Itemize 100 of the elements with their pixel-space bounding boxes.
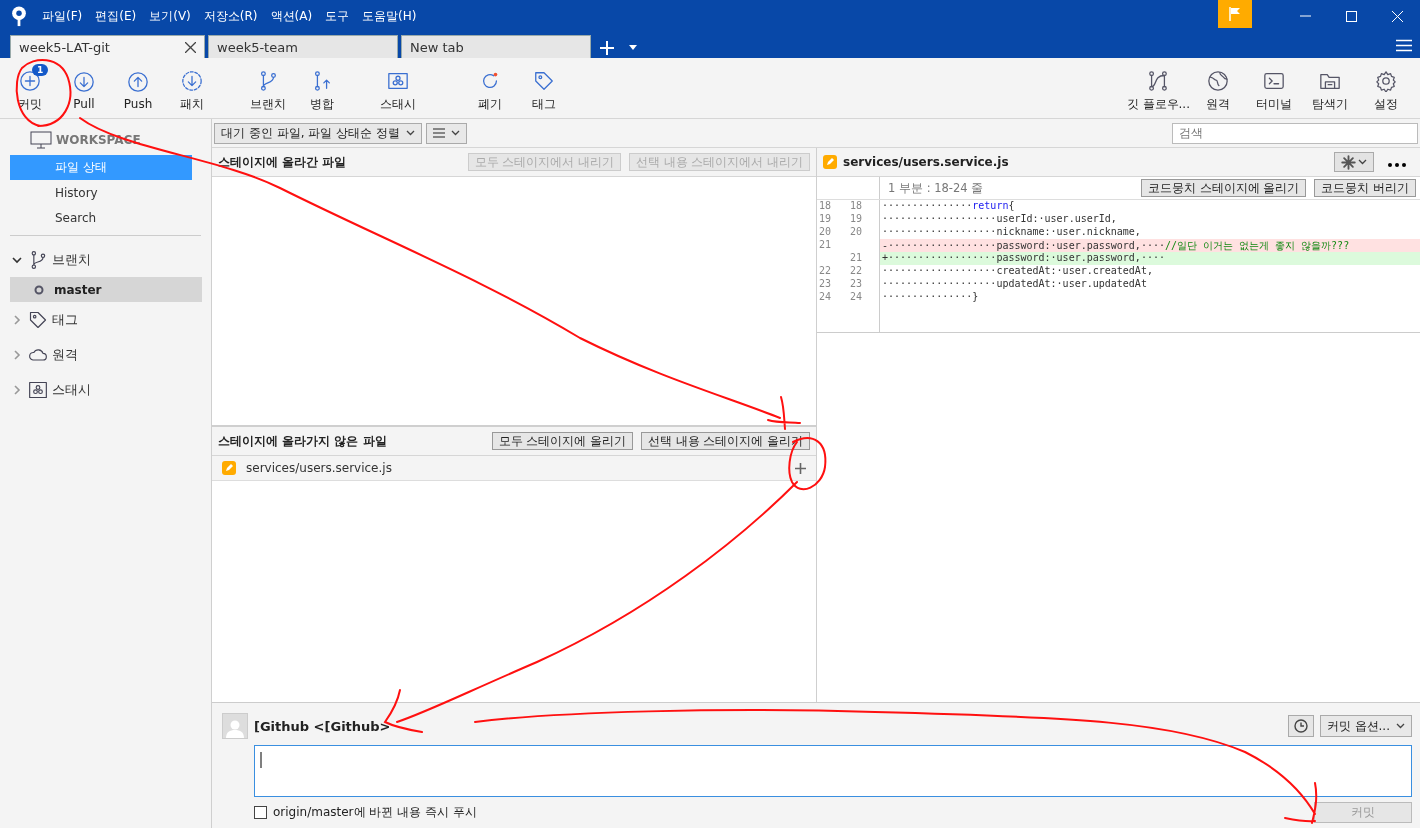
modified-file-icon <box>823 155 837 169</box>
line-number: 22 <box>849 265 864 278</box>
menu-item[interactable]: 도구 <box>325 7 350 25</box>
menu-item[interactable]: 도움말(H) <box>362 7 417 25</box>
new-tab-plus-icon[interactable] <box>600 41 614 55</box>
tab[interactable]: New tab <box>401 35 591 58</box>
view-dropdown[interactable] <box>425 122 467 144</box>
down-arrow-circle-icon <box>73 71 95 93</box>
sidebar-item[interactable]: History <box>10 180 192 205</box>
author-name: [Github <[Github> <box>254 718 391 734</box>
clock-icon <box>1293 719 1308 733</box>
text-cursor <box>260 752 262 768</box>
pane-title: 스테이지에 올라간 파일 <box>218 153 347 171</box>
code-line: ···················nickname:·user.nickname, <box>881 226 1142 239</box>
stage-button[interactable]: 모두 스테이지에 올리기 <box>491 432 634 450</box>
line-number: 23 <box>818 278 833 291</box>
commit-message-field[interactable] <box>254 745 1412 797</box>
modified-file-icon <box>222 461 236 475</box>
toolbar-button[interactable]: 브랜치 <box>244 63 292 113</box>
toolbar-button[interactable]: 패치 <box>168 63 216 113</box>
line-number: 24 <box>818 291 833 304</box>
globe-icon <box>1207 69 1229 92</box>
line-number: 18 <box>849 200 864 213</box>
line-number: 22 <box>818 265 833 278</box>
list-icon <box>432 128 445 138</box>
line-number: 24 <box>849 291 864 304</box>
monitor-icon <box>30 131 52 149</box>
file-row[interactable]: services/users.service.js <box>212 456 816 481</box>
toolbar-button[interactable]: Pull <box>60 65 108 111</box>
close-icon <box>1391 10 1403 22</box>
checkbox-label: origin/master에 바뀐 내용 즉시 푸시 <box>273 804 477 821</box>
branch-item[interactable]: master <box>10 277 202 302</box>
line-number: 20 <box>818 226 833 239</box>
toolbar-button[interactable]: 폐기 <box>466 63 514 113</box>
toolbar-button[interactable]: 원격 <box>1190 63 1246 113</box>
tab[interactable]: week5-LAT-git <box>10 35 205 58</box>
avatar-icon <box>222 713 248 739</box>
hunk-button[interactable]: 코드뭉치 버리기 <box>1314 179 1416 197</box>
code-line: ···················createdAt:·user.createdAt, <box>881 265 1154 278</box>
sidebar-group[interactable]: 태그 <box>52 310 78 329</box>
hunk-header: 1 부분 : 18-24 줄 <box>888 180 984 196</box>
menu-item[interactable]: 파일(F) <box>42 7 83 25</box>
stash-box-icon <box>28 379 48 400</box>
caret-icon[interactable] <box>629 45 637 50</box>
menu-item[interactable]: 저장소(R) <box>203 7 258 25</box>
chevron-icon <box>1358 159 1367 165</box>
count-badge: 1 <box>32 63 49 76</box>
line-number: 19 <box>849 213 864 226</box>
search-field[interactable]: 검색 <box>1172 122 1418 144</box>
flag-icon <box>1229 7 1241 21</box>
line-number: 20 <box>849 226 864 239</box>
tag-icon <box>28 309 48 330</box>
line-number: 18 <box>818 200 833 213</box>
line-number: 21 <box>849 252 864 265</box>
tag-icon <box>533 69 555 92</box>
sidebar-item[interactable]: Search <box>10 205 192 230</box>
commit-options-dropdown[interactable]: 커밋 옵션... <box>1319 715 1412 737</box>
toolbar-button[interactable]: 태그 <box>520 63 568 113</box>
chevron-icon <box>1396 723 1405 729</box>
settings-dropdown[interactable] <box>1334 152 1374 172</box>
toolbar-button[interactable]: 스태시 <box>374 63 422 113</box>
chevron-icon <box>450 130 460 136</box>
circle-icon <box>34 284 44 295</box>
tab[interactable]: week5-team <box>208 35 398 58</box>
code-line: ···················updatedAt:·user.updatedAt <box>881 278 1148 291</box>
toolbar-button[interactable]: 터미널 <box>1246 63 1302 113</box>
maximize-icon <box>1345 10 1357 22</box>
pane-title: 스테이지에 올라가지 않은 파일 <box>218 432 387 450</box>
toolbar-button[interactable]: 설정 <box>1358 63 1414 113</box>
diff-file-name: services/users.service.js <box>843 155 1009 169</box>
toolbar-button[interactable]: Push <box>114 65 162 111</box>
code-line: ···············return{ <box>881 200 1016 213</box>
line-number: 19 <box>818 213 833 226</box>
sort-dropdown[interactable]: 대기 중인 파일, 파일 상태순 정렬 <box>214 122 422 144</box>
plus-icon <box>795 462 806 474</box>
menu-item[interactable]: 편집(E) <box>95 7 137 25</box>
toolbar-button[interactable]: 탐색기 <box>1302 63 1358 113</box>
menu-item[interactable]: 액션(A) <box>270 7 313 25</box>
sidebar-group[interactable]: 원격 <box>52 345 78 364</box>
up-arrow-circle-icon <box>127 71 149 93</box>
minimize-icon <box>1299 15 1311 17</box>
git-flow-icon <box>1147 69 1170 92</box>
menu-icon[interactable] <box>1396 39 1412 52</box>
toolbar-button[interactable]: 병합 <box>298 63 346 113</box>
history-button[interactable] <box>1287 715 1314 737</box>
sidebar-group[interactable]: 스태시 <box>52 380 91 399</box>
line-number: 23 <box>849 278 864 291</box>
checkbox[interactable] <box>254 806 267 819</box>
hunk-button[interactable]: 코드뭉치 스테이지에 올리기 <box>1141 179 1307 197</box>
line-number: 21 <box>818 239 833 252</box>
toolbar-button[interactable]: 1 커밋 <box>6 63 54 113</box>
code-line: ···············} <box>881 291 980 304</box>
menu-item[interactable]: 보기(V) <box>149 7 191 25</box>
code-line: ···················userId:·user.userId, <box>881 213 1118 226</box>
chevron-icon <box>405 130 415 136</box>
toolbar-button[interactable]: 깃 플로우... <box>1126 63 1190 113</box>
file-name: services/users.service.js <box>246 461 392 475</box>
close-icon[interactable] <box>185 41 196 53</box>
sidebar-group[interactable]: 브랜치 <box>52 250 91 269</box>
more-icon <box>1388 162 1406 167</box>
